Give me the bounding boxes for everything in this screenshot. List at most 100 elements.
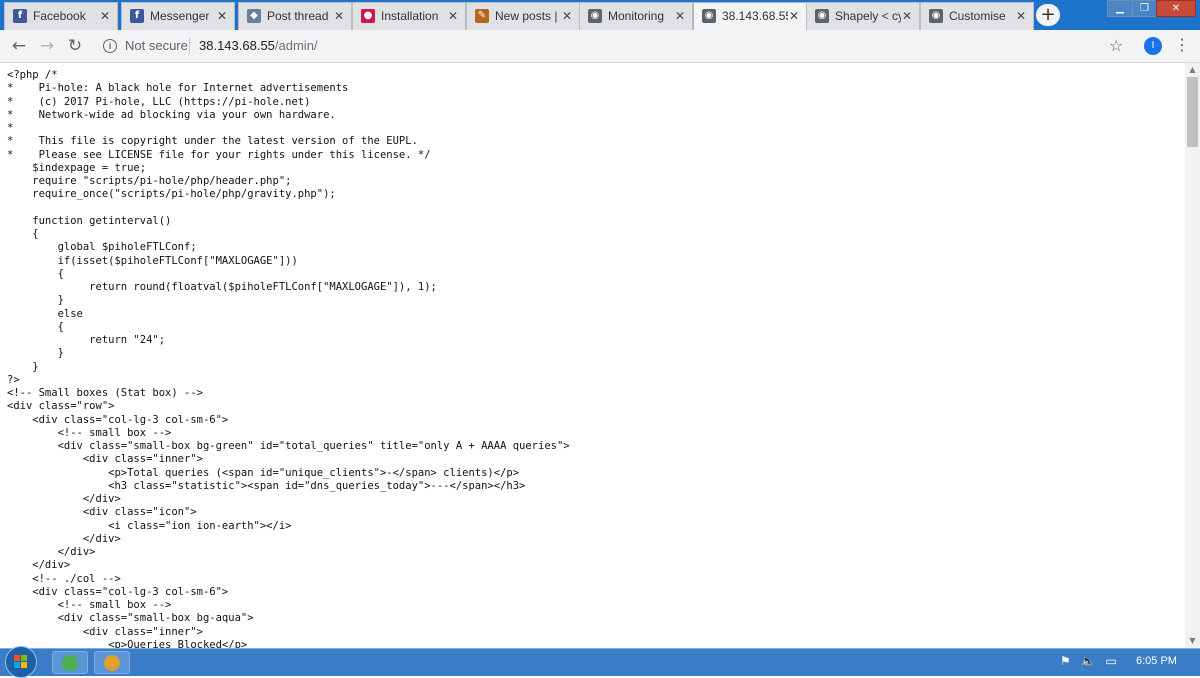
code-line: return round(floatval($piholeFTLConf["MA… — [7, 281, 437, 293]
code-line: </div> — [7, 493, 121, 505]
code-line: <div class="inner"> — [7, 453, 203, 466]
globe-icon: ◉ — [815, 9, 829, 23]
menu-icon[interactable]: ⋮ — [1174, 36, 1190, 54]
code-line: { — [7, 267, 64, 280]
tab-strip: f Facebook ✕ f Messenger ✕ ◆ Post thread ✕ ● Insta… — [0, 0, 1200, 30]
new-tab-button[interactable]: + — [1036, 4, 1060, 26]
code-line: } — [7, 360, 39, 373]
profile-avatar[interactable]: I — [1144, 37, 1162, 55]
code-line: * — [7, 122, 14, 134]
bookmark-star-icon[interactable]: ☆ — [1109, 36, 1123, 55]
chrome-taskbar-icon[interactable] — [52, 651, 88, 674]
code-line: * Please see LICENSE file for your right… — [7, 148, 431, 161]
code-line: require "scripts/pi-hole/php/header.php"… — [7, 175, 292, 187]
page-content: <?php /* * Pi-hole: A black hole for Int… — [0, 63, 1185, 648]
code-line: require_once("scripts/pi-hole/php/gravit… — [7, 188, 336, 201]
code-line: <div class="icon"> — [7, 506, 197, 519]
code-line: <p>Queries Blocked</p> — [7, 638, 248, 648]
browser-tab[interactable]: f Messenger ✕ — [121, 2, 235, 30]
chrome-icon — [62, 655, 78, 671]
code-line: * (c) 2017 Pi-hole, LLC (https://pi-hole… — [7, 95, 311, 108]
browser-tab[interactable]: ◉ Shapely < cy ✕ — [806, 2, 920, 30]
window-controls: ▁ ❐ ✕ — [1107, 0, 1196, 18]
code-line: * Pi-hole: A black hole for Internet adv… — [7, 82, 349, 95]
address-separator — [189, 38, 190, 54]
code-line: * This file is copyright under the lates… — [7, 135, 418, 148]
volume-icon[interactable]: 🔈 — [1081, 654, 1096, 668]
facebook-icon: f — [13, 9, 27, 23]
globe-icon: ◉ — [929, 9, 943, 23]
close-tab-icon[interactable]: ✕ — [217, 9, 227, 24]
minimize-button[interactable]: ▁ — [1107, 0, 1133, 17]
vertical-scrollbar[interactable]: ▲ ▼ — [1185, 63, 1200, 648]
tab-title: Messenger — [150, 9, 210, 23]
scroll-down-icon[interactable]: ▼ — [1185, 634, 1200, 648]
forum-icon: ✎ — [475, 9, 489, 23]
code-line: <h3 class="statistic"><span id="dns_quer… — [7, 479, 526, 492]
tab-title: Installation — [381, 9, 439, 23]
code-line: <div class="inner"> — [7, 625, 203, 638]
reload-icon[interactable]: ↻ — [64, 36, 86, 56]
taskbar-clock[interactable]: 6:05 PM — [1136, 655, 1177, 667]
source-code-view: <?php /* * Pi-hole: A black hole for Int… — [0, 63, 1185, 648]
browser-tab[interactable]: ◉ Customise ✕ — [920, 2, 1034, 30]
code-line: <?php /* — [7, 69, 58, 81]
close-tab-icon[interactable]: ✕ — [902, 9, 912, 24]
code-line: <div class="row"> — [7, 400, 115, 413]
address-bar[interactable]: 38.143.68.55/admin/ — [199, 38, 318, 53]
code-line: <div class="small-box bg-green" id="tota… — [7, 440, 570, 452]
taskbar: ⚑ 🔈 ▭ 6:05 PM — [0, 646, 1200, 678]
tab-title: 38.143.68.55 — [722, 9, 788, 23]
code-line: else — [7, 307, 83, 320]
paint-icon — [104, 655, 120, 671]
close-tab-icon[interactable]: ✕ — [675, 9, 685, 24]
code-line: <!-- small box --> — [7, 426, 172, 439]
code-line: </div> — [7, 532, 121, 545]
browser-tab[interactable]: ◉ Monitoring ✕ — [579, 2, 693, 30]
close-window-button[interactable]: ✕ — [1156, 0, 1196, 17]
info-icon[interactable]: i — [103, 39, 117, 53]
scroll-thumb[interactable] — [1187, 77, 1198, 147]
browser-tab[interactable]: ◉ 38.143.68.55 ✕ — [693, 2, 807, 30]
globe-icon: ◉ — [588, 9, 602, 23]
close-tab-icon[interactable]: ✕ — [562, 9, 572, 24]
system-tray: ⚑ 🔈 ▭ — [1060, 654, 1117, 668]
code-line: if(isset($piholeFTLConf["MAXLOGAGE"])) — [7, 254, 298, 267]
code-line: </div> — [7, 546, 96, 558]
close-tab-icon[interactable]: ✕ — [100, 9, 110, 24]
start-button[interactable] — [5, 646, 37, 678]
close-tab-icon[interactable]: ✕ — [448, 9, 458, 24]
close-tab-icon[interactable]: ✕ — [789, 9, 799, 24]
raspberry-icon: ● — [361, 9, 375, 23]
shield-icon: ◆ — [247, 9, 261, 23]
browser-tab[interactable]: ✎ New posts | ✕ — [466, 2, 580, 30]
network-icon[interactable]: ▭ — [1105, 654, 1116, 668]
code-line: return "24"; — [7, 334, 166, 346]
code-line: $indexpage = true; — [7, 161, 147, 174]
browser-tab[interactable]: f Facebook ✕ — [4, 2, 118, 30]
scroll-up-icon[interactable]: ▲ — [1185, 63, 1200, 77]
browser-tab[interactable]: ◆ Post thread ✕ — [238, 2, 352, 30]
browser-toolbar: ← → ↻ i Not secure 38.143.68.55/admin/ ☆… — [0, 30, 1200, 63]
code-line: <div class="col-lg-3 col-sm-6"> — [7, 413, 229, 426]
close-tab-icon[interactable]: ✕ — [1016, 9, 1026, 24]
windows-logo-icon — [14, 655, 27, 668]
back-arrow-icon[interactable]: ← — [8, 36, 30, 56]
security-label[interactable]: Not secure — [125, 38, 188, 53]
close-tab-icon[interactable]: ✕ — [334, 9, 344, 24]
forward-arrow-icon[interactable]: → — [36, 36, 58, 56]
code-line: <!-- Small boxes (Stat box) --> — [7, 387, 203, 399]
code-line: <i class="ion ion-earth"></i> — [7, 519, 292, 532]
action-center-icon[interactable]: ⚑ — [1060, 654, 1071, 668]
code-line: function getinterval() — [7, 214, 172, 227]
browser-tab[interactable]: ● Installation ✕ — [352, 2, 466, 30]
code-line: ?> — [7, 373, 20, 386]
tab-title: Customise — [949, 9, 1006, 23]
code-line: <div class="col-lg-3 col-sm-6"> — [7, 585, 229, 598]
tab-title: Monitoring — [608, 9, 665, 23]
code-line: <!-- small box --> — [7, 599, 172, 611]
facebook-icon: f — [130, 9, 144, 23]
globe-icon: ◉ — [702, 9, 716, 23]
paint-taskbar-icon[interactable] — [94, 651, 130, 674]
maximize-button[interactable]: ❐ — [1132, 0, 1157, 17]
